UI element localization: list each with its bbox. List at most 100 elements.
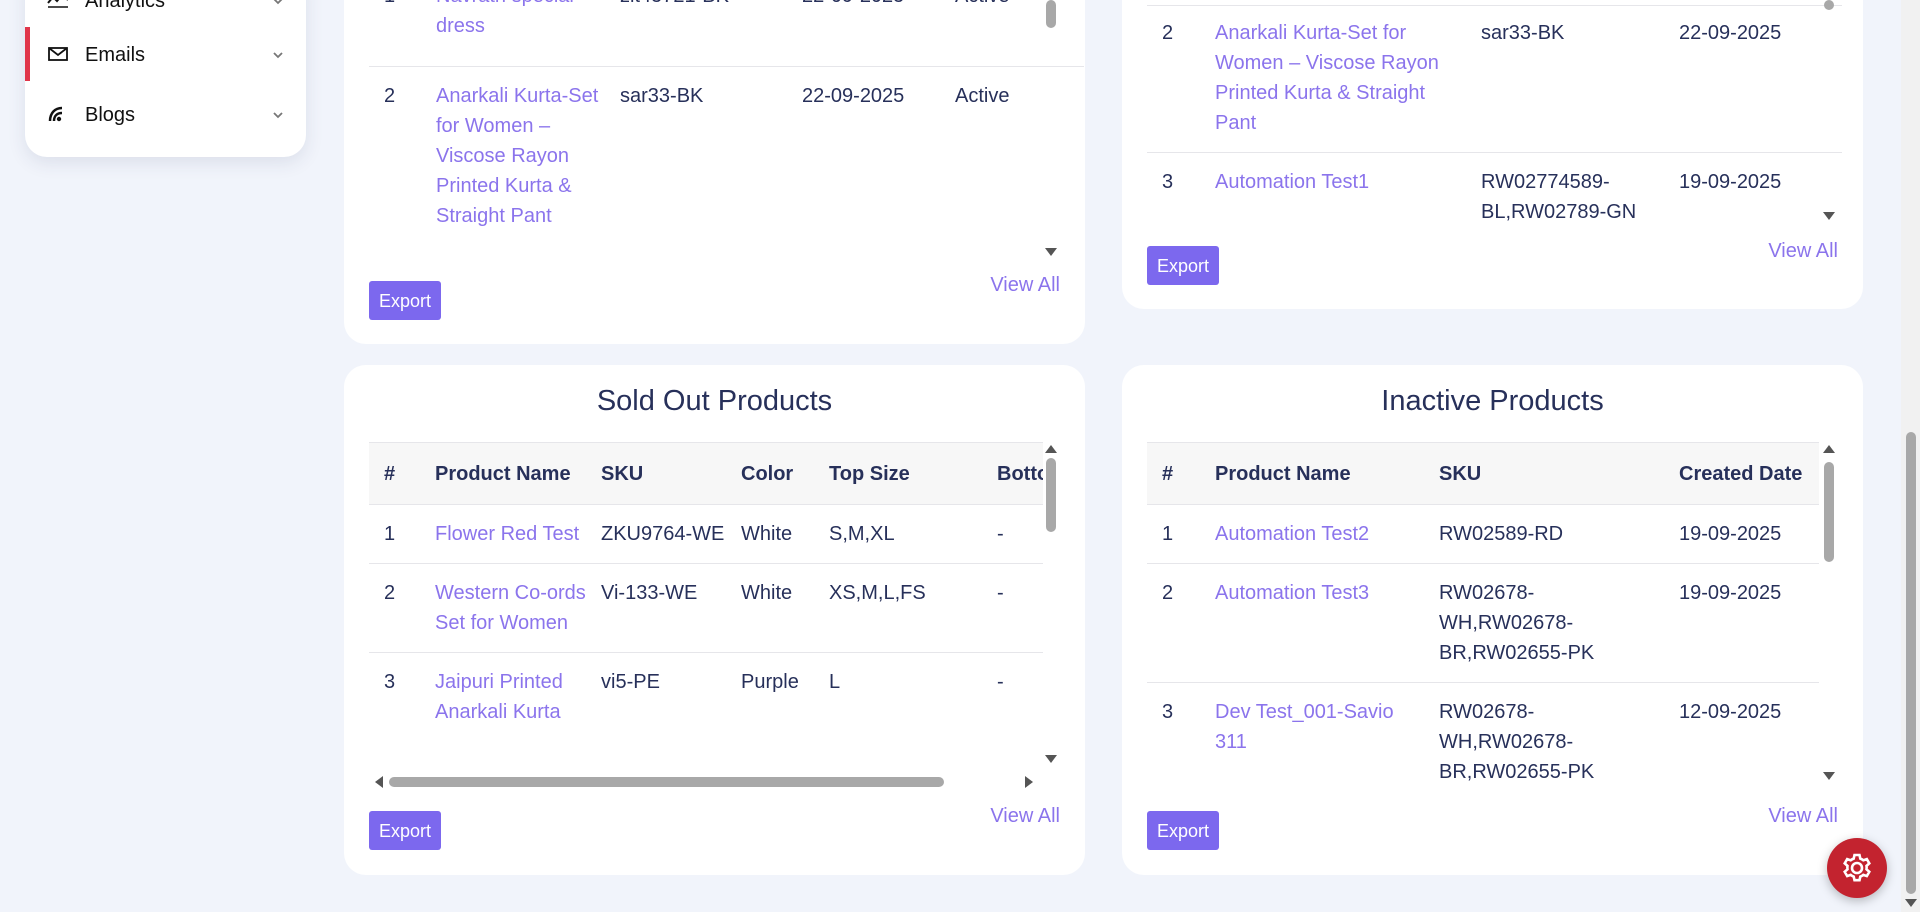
scroll-left-arrow-icon[interactable]	[375, 776, 383, 788]
color-cell: White	[726, 504, 814, 564]
row-index: 1	[369, 504, 420, 564]
column-header: Botto	[982, 442, 1043, 505]
export-button[interactable]: Export	[369, 811, 441, 850]
sku-cell: sar33-BK	[605, 66, 787, 245]
column-header: #	[1147, 442, 1200, 505]
scroll-up-arrow-icon[interactable]	[1045, 445, 1057, 453]
row-index: 1	[1147, 504, 1200, 564]
page-scrollbar[interactable]	[1901, 0, 1920, 912]
scroll-down-arrow-icon[interactable]	[1823, 772, 1835, 780]
settings-button[interactable]	[1827, 838, 1887, 898]
sku-cell: RW02678-WH,RW02678-BR,RW02655-PK	[1424, 682, 1664, 790]
sidebar-item-analytics[interactable]: Analytics	[25, 0, 306, 27]
row-index: 2	[369, 563, 420, 653]
mail-icon	[48, 47, 68, 61]
analytics-icon	[47, 0, 68, 8]
sold-out-products-card: Sold Out Products # Product Name SKU Col…	[344, 365, 1085, 875]
column-header: Top Size	[814, 442, 982, 505]
sold-out-products-table[interactable]: # Product Name SKU Color Top Size Botto …	[369, 442, 1043, 778]
bottom-size-cell: -	[982, 652, 1043, 741]
scrollbar-thumb[interactable]	[1046, 458, 1056, 532]
export-button[interactable]: Export	[369, 281, 441, 320]
sku-cell: RW02589-RD	[1424, 504, 1664, 564]
product-name-link[interactable]: Anarkali Kurta-Set for Women – Viscose R…	[1200, 4, 1466, 152]
view-all-link[interactable]: View All	[990, 274, 1060, 297]
inactive-products-table[interactable]: # Product Name SKU Created Date 1 Automa…	[1147, 442, 1819, 790]
column-header: SKU	[586, 442, 726, 505]
sidebar-item-blogs[interactable]: Blogs	[25, 87, 306, 141]
top-size-cell: L	[814, 652, 982, 741]
scrollbar-thumb[interactable]	[1824, 462, 1834, 562]
scroll-down-arrow-icon[interactable]	[1823, 212, 1835, 220]
view-all-link[interactable]: View All	[1768, 805, 1838, 828]
scroll-down-arrow-icon[interactable]	[1045, 755, 1057, 763]
blogs-icon	[48, 106, 63, 122]
active-products-card: 1 Navratri special dress zlt45721-BK 22-…	[344, 0, 1085, 344]
scrollbar-thumb[interactable]	[1046, 0, 1056, 28]
table-row[interactable]: 2 Western Co-ords Set for Women Vi-133-W…	[369, 563, 1043, 653]
date-cell: 19-09-2025	[1664, 151, 1842, 226]
view-all-link[interactable]: View All	[1768, 240, 1838, 263]
product-name-link[interactable]: Automation Test2	[1200, 504, 1424, 564]
row-index: 3	[1147, 682, 1200, 790]
inactive-products-card: Inactive Products # Product Name SKU Cre…	[1122, 365, 1863, 875]
chevron-down-icon	[273, 112, 283, 119]
card-title: Sold Out Products	[596, 385, 833, 417]
status-cell: Active	[940, 0, 1084, 67]
table-row[interactable]: 1 Automation Test2 RW02589-RD 19-09-2025	[1147, 504, 1819, 564]
sku-cell: sar33-BK	[1466, 4, 1664, 152]
scroll-down-arrow-icon[interactable]	[1045, 248, 1057, 256]
scroll-down-arrow-icon[interactable]	[1905, 899, 1917, 907]
date-cell: 19-09-2025	[1664, 504, 1819, 564]
product-name-link[interactable]: Automation Test3	[1200, 563, 1424, 683]
table-row[interactable]: 1 Navratri special dress zlt45721-BK 22-…	[369, 0, 1084, 67]
recent-products-table[interactable]: 2 Anarkali Kurta-Set for Women – Viscose…	[1147, 0, 1842, 226]
product-name-link[interactable]: Navratri special dress	[421, 0, 605, 67]
product-name-link[interactable]: Dev Test_001-Savio 311	[1200, 682, 1424, 790]
product-name-link[interactable]: Flower Red Test	[420, 504, 586, 564]
bottom-size-cell: -	[982, 504, 1043, 564]
top-size-cell: S,M,XL	[814, 504, 982, 564]
recent-products-card: 2 Anarkali Kurta-Set for Women – Viscose…	[1122, 0, 1863, 309]
vertical-scrollbar[interactable]	[1820, 0, 1836, 230]
scrollbar-thumb[interactable]	[1824, 0, 1834, 10]
product-name-link[interactable]: Jaipuri Printed Anarkali Kurta	[420, 652, 586, 741]
export-button[interactable]: Export	[1147, 246, 1219, 285]
export-button[interactable]: Export	[1147, 811, 1219, 850]
table-row[interactable]: 1 Flower Red Test ZKU9764-WE White S,M,X…	[369, 504, 1043, 564]
table-row[interactable]: 2 Anarkali Kurta-Set for Women – Viscose…	[1147, 4, 1842, 152]
vertical-scrollbar[interactable]	[1042, 442, 1058, 763]
table-row[interactable]: 2 Anarkali Kurta-Set for Women – Viscose…	[369, 66, 1084, 245]
sku-cell: vi5-PE	[586, 652, 726, 741]
table-row[interactable]: 3 Dev Test_001-Savio 311 RW02678-WH,RW02…	[1147, 682, 1819, 790]
scroll-right-arrow-icon[interactable]	[1025, 776, 1033, 788]
vertical-scrollbar[interactable]	[1820, 442, 1836, 782]
date-cell: 22-09-2025	[1664, 4, 1842, 152]
table-row[interactable]: 2 Automation Test3 RW02678-WH,RW02678-BR…	[1147, 563, 1819, 683]
column-header: #	[369, 442, 420, 505]
sidebar-item-label: Analytics	[85, 0, 166, 12]
active-products-table[interactable]: 1 Navratri special dress zlt45721-BK 22-…	[369, 0, 1084, 247]
table-row[interactable]: 3 Jaipuri Printed Anarkali Kurta vi5-PE …	[369, 652, 1043, 741]
product-name-link[interactable]: Automation Test1	[1200, 151, 1466, 226]
product-name-link[interactable]: Anarkali Kurta-Set for Women – Viscose R…	[421, 66, 605, 245]
scroll-up-arrow-icon[interactable]	[1823, 445, 1835, 453]
row-index: 2	[1147, 563, 1200, 683]
table-row[interactable]: 3 Automation Test1 RW02774589-BL,RW02789…	[1147, 151, 1842, 226]
scrollbar-thumb[interactable]	[389, 777, 944, 787]
product-name-link[interactable]: Western Co-ords Set for Women	[420, 563, 586, 653]
top-size-cell: XS,M,L,FS	[814, 563, 982, 653]
column-header: Product Name	[1200, 442, 1424, 505]
column-header: Color	[726, 442, 814, 505]
vertical-scrollbar[interactable]	[1042, 0, 1058, 258]
sidebar-item-emails[interactable]: Emails	[25, 27, 306, 81]
date-cell: 19-09-2025	[1664, 563, 1819, 683]
column-header: SKU	[1424, 442, 1664, 505]
row-index: 3	[1147, 151, 1200, 226]
date-cell: 12-09-2025	[1664, 682, 1819, 790]
view-all-link[interactable]: View All	[990, 805, 1060, 828]
gear-icon	[1843, 853, 1871, 882]
horizontal-scrollbar[interactable]	[371, 774, 1041, 790]
sidebar-item-label: Blogs	[85, 104, 136, 126]
scrollbar-thumb[interactable]	[1906, 432, 1916, 894]
